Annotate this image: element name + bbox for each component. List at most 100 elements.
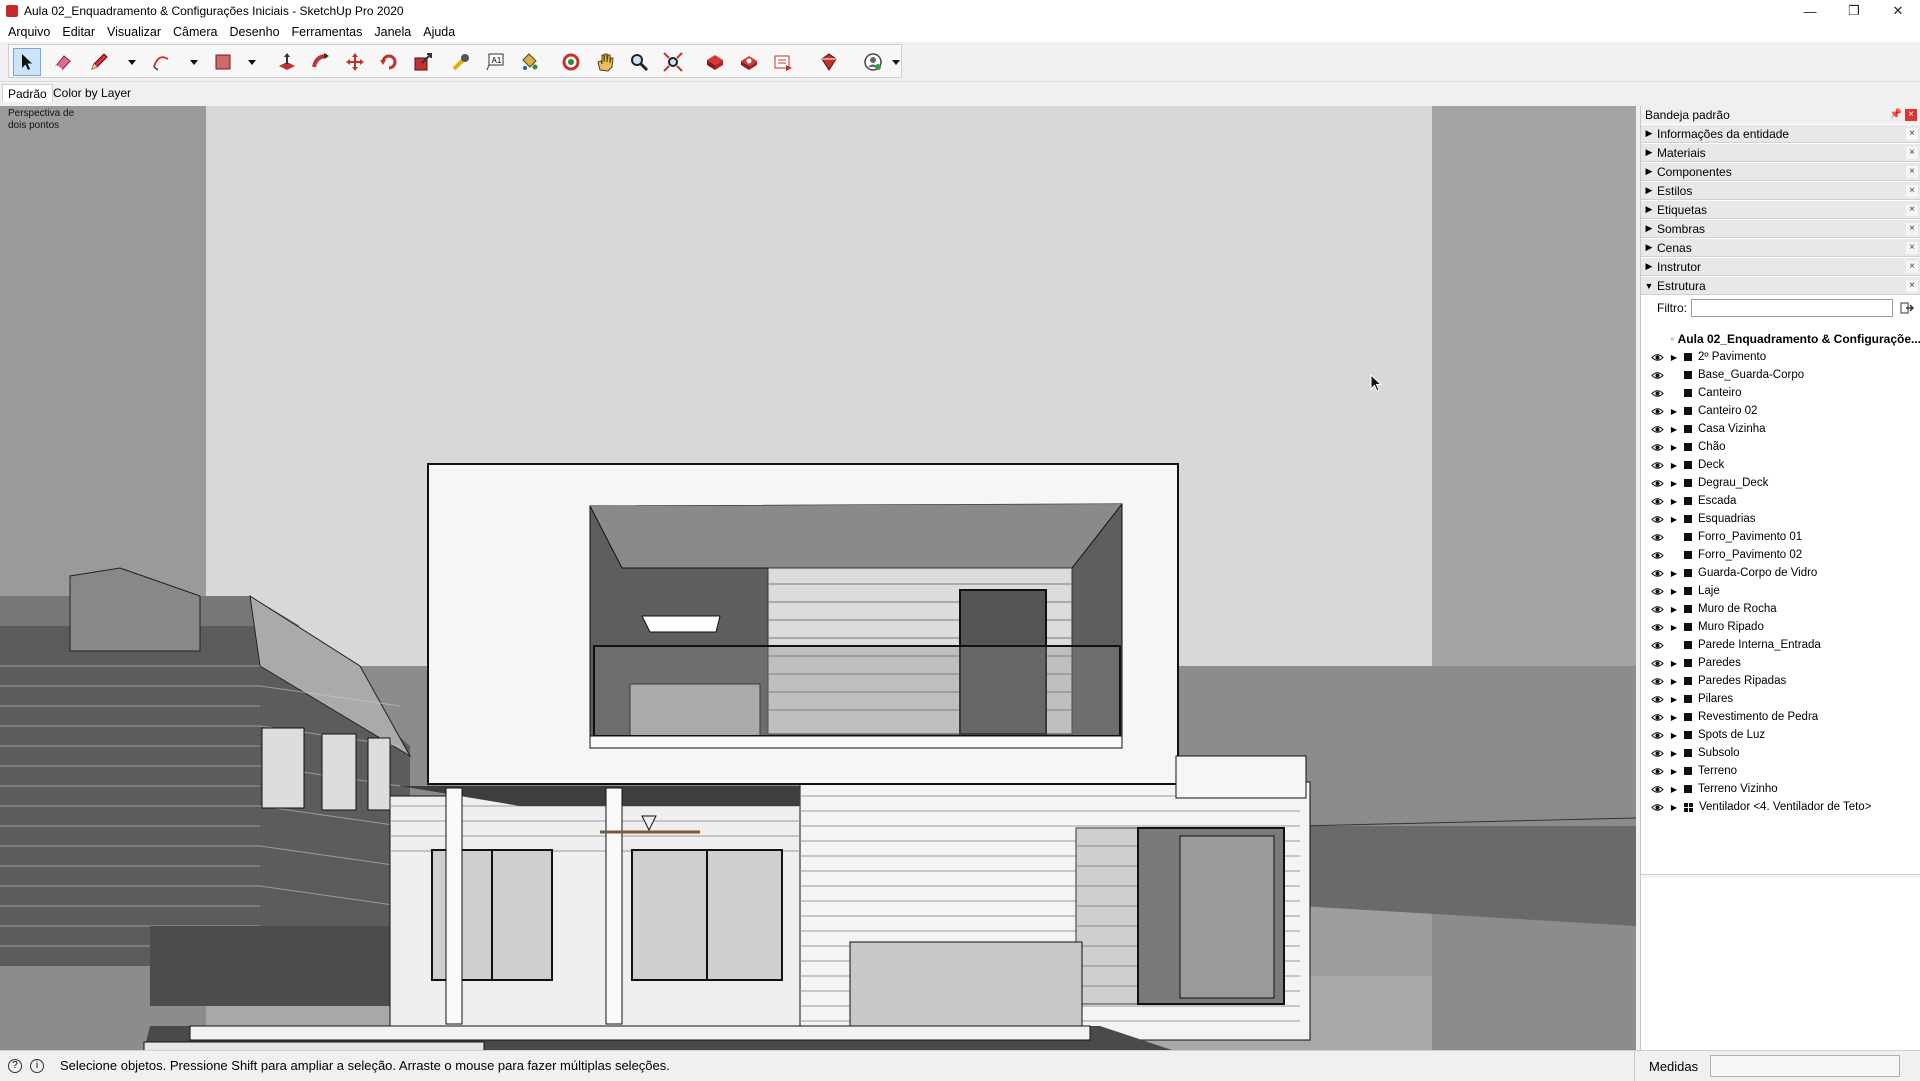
scale-icon[interactable] <box>409 48 437 76</box>
close-panel-button[interactable]: × <box>1906 242 1918 254</box>
visibility-eye-icon[interactable] <box>1651 461 1665 470</box>
zoom-extents-icon[interactable] <box>659 48 687 76</box>
visibility-eye-icon[interactable] <box>1651 713 1665 722</box>
3d-warehouse-icon[interactable] <box>701 48 729 76</box>
follow-me-icon[interactable] <box>307 48 335 76</box>
outliner-row[interactable]: ▶ Revestimento de Pedra <box>1641 708 1920 726</box>
outliner-row[interactable]: ▶ Ventilador <4. Ventilador de Teto> <box>1641 798 1920 816</box>
outliner-row[interactable]: ▶ Deck <box>1641 456 1920 474</box>
expand-arrow-icon[interactable]: ▶ <box>1668 479 1680 488</box>
close-panel-button[interactable]: × <box>1906 223 1918 235</box>
outliner-row[interactable]: ▶ Pilares <box>1641 690 1920 708</box>
extension-manager-icon[interactable] <box>815 48 843 76</box>
menu-ferramentas[interactable]: Ferramentas <box>286 25 369 39</box>
visibility-eye-icon[interactable] <box>1651 803 1665 812</box>
visibility-eye-icon[interactable] <box>1651 641 1665 650</box>
geo-location-icon[interactable]: ? <box>8 1058 22 1073</box>
menu-ajuda[interactable]: Ajuda <box>417 25 461 39</box>
visibility-eye-icon[interactable] <box>1651 605 1665 614</box>
visibility-eye-icon[interactable] <box>1651 659 1665 668</box>
panel-instructor[interactable]: ▶ Instrutor × <box>1641 257 1920 276</box>
measures-input[interactable] <box>1710 1055 1901 1077</box>
close-panel-button[interactable]: × <box>1906 185 1918 197</box>
outliner-row[interactable]: Canteiro <box>1641 384 1920 402</box>
outliner-row[interactable]: ▶ Guarda-Corpo de Vidro <box>1641 564 1920 582</box>
close-tray-button[interactable]: × <box>1905 109 1917 121</box>
expand-arrow-icon[interactable]: ▶ <box>1668 659 1680 668</box>
panel-components[interactable]: ▶ Componentes × <box>1641 162 1920 181</box>
model-viewport[interactable]: Perspectiva de dois pontos <box>0 106 1636 1050</box>
chevron-down-icon[interactable] <box>189 57 199 67</box>
panel-materials[interactable]: ▶ Materiais × <box>1641 143 1920 162</box>
close-window-button[interactable]: ✕ <box>1876 0 1920 22</box>
select-icon[interactable] <box>13 48 41 76</box>
panel-entity-info[interactable]: ▶ Informações da entidade × <box>1641 124 1920 143</box>
menu-camera[interactable]: Câmera <box>167 25 223 39</box>
outliner-row[interactable]: ▶ Muro de Rocha <box>1641 600 1920 618</box>
expand-arrow-icon[interactable]: ▶ <box>1668 425 1680 434</box>
outliner-row[interactable]: ▶ Canteiro 02 <box>1641 402 1920 420</box>
panel-tags[interactable]: ▶ Etiquetas × <box>1641 200 1920 219</box>
outliner-row[interactable]: ▶ Subsolo <box>1641 744 1920 762</box>
rectangle-icon[interactable] <box>209 48 237 76</box>
tab-color-by-layer[interactable]: Color by Layer <box>48 84 136 102</box>
expand-arrow-icon[interactable]: ▶ <box>1668 605 1680 614</box>
pan-icon[interactable] <box>591 48 619 76</box>
expand-arrow-icon[interactable]: ▶ <box>1668 731 1680 740</box>
menu-desenho[interactable]: Desenho <box>223 25 285 39</box>
minimize-button[interactable]: — <box>1788 0 1832 22</box>
visibility-eye-icon[interactable] <box>1651 425 1665 434</box>
expand-arrow-icon[interactable]: ▶ <box>1668 695 1680 704</box>
expand-arrow-icon[interactable]: ▶ <box>1668 515 1680 524</box>
tape-measure-icon[interactable] <box>447 48 475 76</box>
panel-scenes[interactable]: ▶ Cenas × <box>1641 238 1920 257</box>
extension-warehouse-icon[interactable] <box>735 48 763 76</box>
chevron-down-icon[interactable] <box>247 57 257 67</box>
outliner-row[interactable]: Forro_Pavimento 02 <box>1641 546 1920 564</box>
arc-icon[interactable] <box>147 48 175 76</box>
visibility-eye-icon[interactable] <box>1651 497 1665 506</box>
visibility-eye-icon[interactable] <box>1651 587 1665 596</box>
close-panel-button[interactable]: × <box>1906 204 1918 216</box>
tray-splitter[interactable] <box>1641 874 1920 878</box>
outliner-row[interactable]: ▶ Laje <box>1641 582 1920 600</box>
panel-styles[interactable]: ▶ Estilos × <box>1641 181 1920 200</box>
menu-visualizar[interactable]: Visualizar <box>101 25 167 39</box>
visibility-eye-icon[interactable] <box>1651 731 1665 740</box>
outliner-row[interactable]: ▶ Muro Ripado <box>1641 618 1920 636</box>
outliner-row[interactable]: Parede Interna_Entrada <box>1641 636 1920 654</box>
restore-button[interactable]: ❐ <box>1832 0 1876 22</box>
chevron-down-icon[interactable] <box>127 57 137 67</box>
visibility-eye-icon[interactable] <box>1651 479 1665 488</box>
visibility-eye-icon[interactable] <box>1651 371 1665 380</box>
visibility-eye-icon[interactable] <box>1651 767 1665 776</box>
outliner-options-icon[interactable] <box>1900 301 1914 315</box>
outliner-row[interactable]: ▶ Casa Vizinha <box>1641 420 1920 438</box>
visibility-eye-icon[interactable] <box>1651 785 1665 794</box>
expand-arrow-icon[interactable]: ▶ <box>1668 407 1680 416</box>
tab-padrao[interactable]: Padrão <box>2 84 53 102</box>
layout-icon[interactable] <box>769 48 797 76</box>
menu-editar[interactable]: Editar <box>56 25 101 39</box>
outliner-model-root[interactable]: Aula 02_Enquadramento & Configuraçõe... <box>1641 330 1920 348</box>
move-icon[interactable] <box>341 48 369 76</box>
expand-arrow-icon[interactable]: ▶ <box>1668 569 1680 578</box>
close-panel-button[interactable]: × <box>1906 128 1918 140</box>
expand-arrow-icon[interactable]: ▶ <box>1668 785 1680 794</box>
visibility-eye-icon[interactable] <box>1651 443 1665 452</box>
visibility-eye-icon[interactable] <box>1651 749 1665 758</box>
outliner-row[interactable]: ▶ Paredes <box>1641 654 1920 672</box>
visibility-eye-icon[interactable] <box>1651 695 1665 704</box>
outliner-row[interactable]: ▶ Terreno <box>1641 762 1920 780</box>
eraser-icon[interactable] <box>49 48 77 76</box>
rotate-icon[interactable] <box>375 48 403 76</box>
outliner-row[interactable]: Forro_Pavimento 01 <box>1641 528 1920 546</box>
expand-arrow-icon[interactable]: ▶ <box>1668 749 1680 758</box>
expand-arrow-icon[interactable]: ▶ <box>1668 497 1680 506</box>
close-panel-button[interactable]: × <box>1906 280 1918 292</box>
push-pull-icon[interactable] <box>273 48 301 76</box>
expand-arrow-icon[interactable]: ▶ <box>1668 803 1680 812</box>
expand-arrow-icon[interactable]: ▶ <box>1668 623 1680 632</box>
paint-bucket-icon[interactable] <box>515 48 543 76</box>
close-panel-button[interactable]: × <box>1906 147 1918 159</box>
